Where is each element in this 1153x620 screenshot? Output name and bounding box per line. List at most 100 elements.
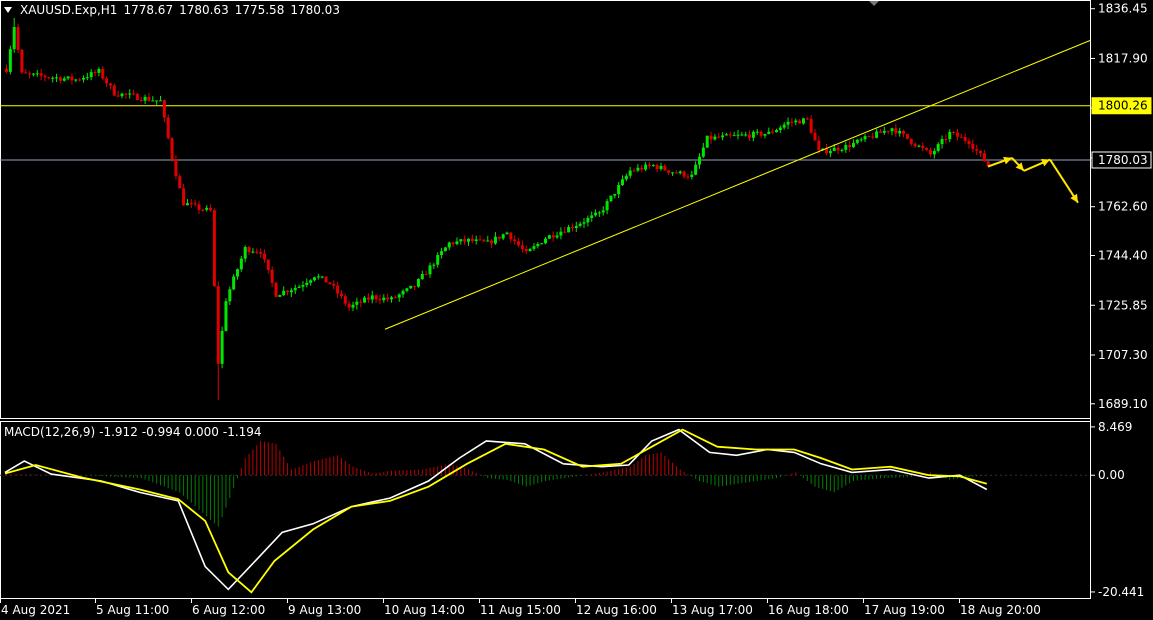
candle-body [16, 27, 20, 50]
candle-body [31, 73, 35, 75]
candle-body [617, 185, 621, 195]
candle-body [744, 134, 748, 136]
price-tick-label: 1689.10 [1098, 397, 1148, 411]
candle-body [690, 174, 694, 178]
candle-body [409, 285, 413, 289]
candle-body [313, 277, 316, 281]
candle-body [786, 121, 790, 125]
candle-body [236, 269, 239, 277]
candle-body [929, 149, 932, 155]
candle-body [775, 130, 778, 133]
current-price-label: 1780.03 [1098, 153, 1148, 167]
candle-body [185, 203, 189, 206]
candle-body [159, 100, 162, 102]
candle-body [902, 130, 906, 134]
candle-body [143, 96, 147, 101]
candle-body [467, 238, 470, 242]
candle-body [162, 100, 166, 118]
candle-body [867, 136, 871, 138]
candle-body [301, 284, 305, 287]
candle-body [651, 165, 655, 167]
candle-body [755, 131, 759, 133]
candle-body [78, 79, 82, 81]
candle-body [286, 290, 290, 293]
candle-body [736, 134, 740, 136]
level-price-label: 1800.26 [1098, 99, 1148, 113]
candle-body [694, 164, 698, 175]
candle-body [189, 203, 193, 205]
candle-body [609, 195, 613, 202]
chart-canvas[interactable]: 1836.451817.901799.351780.801762.601744.… [0, 0, 1153, 620]
candle-body [120, 93, 124, 97]
candle-body [359, 301, 363, 303]
candle-body [282, 290, 286, 296]
candle-body [397, 294, 401, 298]
candle-body [5, 68, 8, 72]
candle-body [378, 299, 382, 301]
candle-body [555, 235, 559, 238]
candle-body [882, 130, 886, 133]
candle-body [979, 150, 983, 154]
candle-body [967, 140, 971, 145]
candle-body [801, 118, 805, 124]
candle-body [274, 282, 278, 297]
candle-body [20, 49, 24, 73]
candle-body [597, 212, 601, 214]
candle-body [813, 132, 817, 141]
candle-body [459, 239, 463, 242]
candle-body [305, 282, 309, 285]
candle-body [174, 159, 178, 177]
candle-body [24, 72, 28, 74]
macd-tick-label: -20.441 [1098, 585, 1144, 599]
candle-body [493, 236, 497, 244]
candle-body [93, 72, 97, 74]
candle-body [840, 149, 844, 151]
candle-body [724, 134, 728, 136]
candle-body [944, 139, 948, 141]
candle-body [266, 259, 270, 270]
candle-body [89, 72, 93, 78]
candle-body [982, 153, 986, 162]
candle-body [559, 231, 563, 236]
price-tick-label: 1762.60 [1098, 200, 1148, 214]
candle-body [393, 297, 397, 299]
candle-body [728, 134, 732, 136]
time-tick-label: 6 Aug 12:00 [192, 603, 265, 617]
candle-body [748, 134, 752, 138]
macd-line [4, 428, 988, 591]
candle-body [740, 134, 744, 136]
price-tick-label: 1817.90 [1098, 51, 1148, 65]
time-tick-label: 13 Aug 17:00 [672, 603, 753, 617]
candle-body [909, 138, 913, 144]
candle-body [855, 139, 859, 143]
candle-body [70, 76, 74, 81]
candle-body [955, 132, 959, 137]
candle-body [624, 175, 628, 180]
candle-body [782, 124, 786, 128]
candle-body [363, 297, 367, 303]
candle-body [366, 297, 370, 300]
candle-body [898, 130, 902, 134]
time-tick-label: 5 Aug 11:00 [96, 603, 169, 617]
candle-body [921, 145, 925, 149]
candle-body [170, 138, 174, 160]
candle-body [544, 238, 547, 244]
candle-body [663, 165, 667, 171]
candle-body [705, 135, 709, 148]
candle-body [517, 241, 521, 246]
candle-body [224, 301, 228, 331]
candle-body [232, 276, 236, 290]
price-tick-label: 1707.30 [1098, 348, 1148, 362]
candle-body [74, 79, 78, 81]
trend-line[interactable] [384, 40, 1091, 330]
candle-body [116, 95, 120, 97]
time-tick-label: 11 Aug 15:00 [480, 603, 561, 617]
candle-body [894, 128, 898, 134]
candle-body [440, 251, 444, 255]
candle-body [621, 179, 624, 186]
candle-body [701, 147, 705, 157]
candle-body [166, 117, 170, 139]
candle-body [809, 118, 813, 133]
candle-body [632, 170, 636, 172]
candle-body [698, 156, 701, 165]
